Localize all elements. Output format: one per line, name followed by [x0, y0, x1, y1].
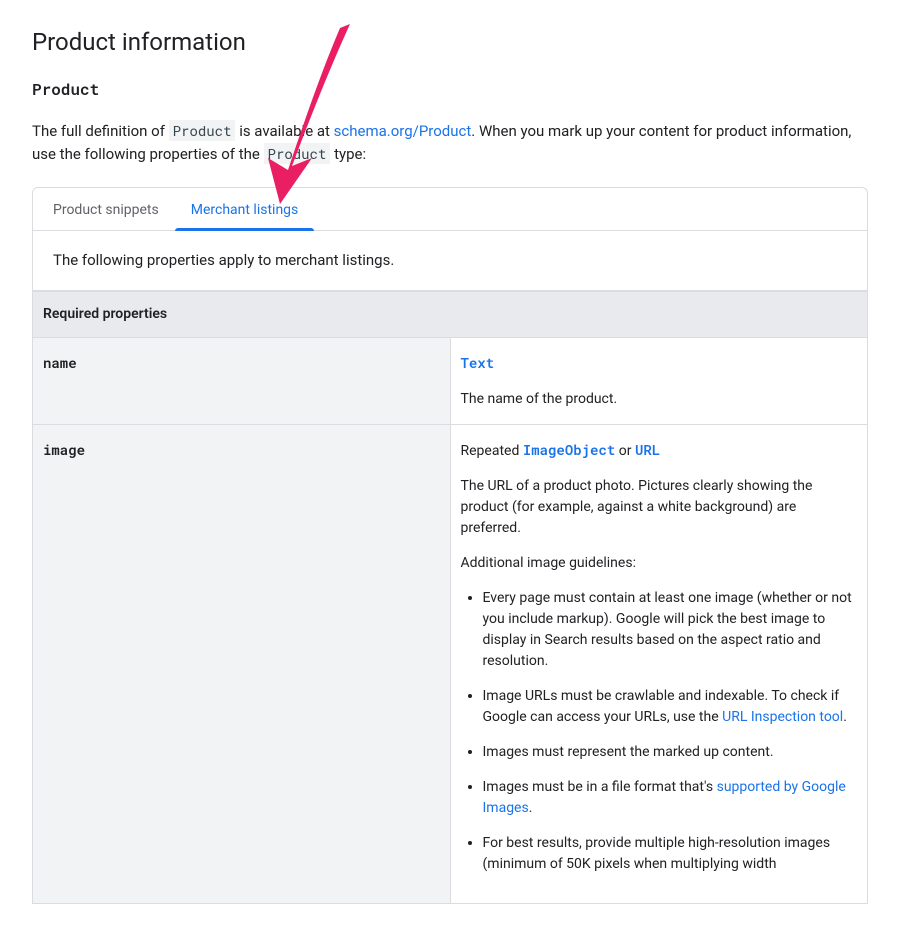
- desc-text: Additional image guidelines:: [461, 553, 858, 574]
- desc-text: The URL of a product photo. Pictures cle…: [461, 476, 858, 539]
- tab-strip: Product snippets Merchant listings: [33, 188, 867, 231]
- inline-code-product: Product: [169, 120, 236, 141]
- list-item: Every page must contain at least one ima…: [483, 588, 858, 672]
- desc-text: The name of the product.: [461, 389, 858, 410]
- guidelines-list: Every page must contain at least one ima…: [461, 588, 858, 875]
- list-item: For best results, provide multiple high-…: [483, 833, 858, 875]
- list-item: Image URLs must be crawlable and indexab…: [483, 686, 858, 728]
- intro-text: is available at: [235, 122, 333, 140]
- url-inspection-link[interactable]: URL Inspection tool: [722, 709, 843, 725]
- list-item-text: .: [843, 709, 847, 725]
- table-row: image Repeated ImageObject or URL The UR…: [33, 424, 868, 903]
- list-item: Images must be in a file format that's s…: [483, 777, 858, 819]
- inline-code-product: Product: [264, 143, 331, 164]
- property-name-image: image: [33, 424, 451, 903]
- type-text-link[interactable]: Text: [461, 353, 495, 372]
- page-title: Product information: [32, 24, 868, 60]
- type-imageobject-link[interactable]: ImageObject: [523, 440, 615, 459]
- type-prefix: Repeated: [461, 443, 523, 459]
- type-url-link[interactable]: URL: [635, 440, 660, 459]
- list-item-text: .: [529, 800, 533, 816]
- table-row: name Text The name of the product.: [33, 337, 868, 424]
- tab-container: Product snippets Merchant listings The f…: [32, 187, 868, 291]
- intro-text: type:: [330, 145, 366, 163]
- list-item: Images must represent the marked up cont…: [483, 742, 858, 763]
- type-mid: or: [615, 443, 635, 459]
- intro-text: The full definition of: [32, 122, 169, 140]
- property-desc-image: Repeated ImageObject or URL The URL of a…: [450, 424, 868, 903]
- tab-body-text: The following properties apply to mercha…: [33, 231, 867, 290]
- section-subtitle: Product: [32, 78, 868, 102]
- list-item-text: Images must be in a file format that's: [483, 779, 717, 795]
- required-properties-header: Required properties: [33, 291, 868, 337]
- property-desc-name: Text The name of the product.: [450, 337, 868, 424]
- schema-org-link[interactable]: schema.org/Product: [334, 122, 472, 140]
- property-name-name: name: [33, 337, 451, 424]
- tab-merchant-listings[interactable]: Merchant listings: [175, 188, 315, 230]
- properties-table: Required properties name Text The name o…: [32, 291, 868, 904]
- intro-paragraph: The full definition of Product is availa…: [32, 120, 868, 165]
- tab-product-snippets[interactable]: Product snippets: [37, 188, 175, 230]
